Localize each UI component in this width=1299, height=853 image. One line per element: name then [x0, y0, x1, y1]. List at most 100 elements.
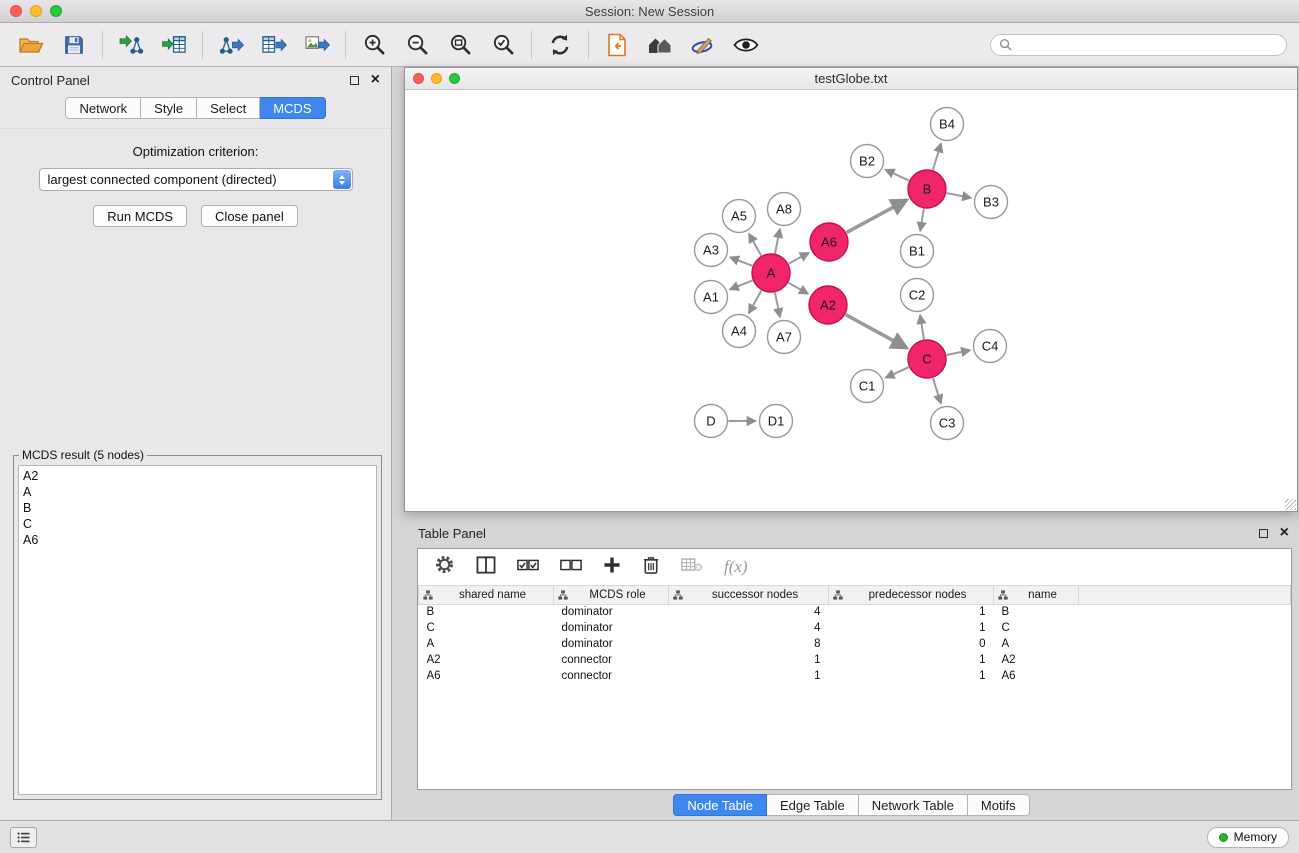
close-panel-icon[interactable]: ×	[371, 75, 380, 85]
graph-node-A7[interactable]: A7	[768, 321, 801, 354]
float-table-panel-icon[interactable]	[1259, 529, 1268, 538]
search-field[interactable]	[990, 34, 1287, 56]
delete-column-button[interactable]	[642, 555, 660, 580]
open-recent-button[interactable]	[598, 27, 636, 63]
graph-node-B[interactable]: B	[908, 170, 946, 208]
graph-edge-B-B2[interactable]	[886, 170, 909, 181]
graph-node-B3[interactable]: B3	[975, 186, 1008, 219]
graph-node-A8[interactable]: A8	[768, 193, 801, 226]
column-header-shared-name[interactable]: shared name	[419, 586, 554, 604]
graph-edge-B-B3[interactable]	[947, 193, 971, 198]
network-zoom-button[interactable]	[449, 73, 460, 84]
table-row[interactable]: A2connector11A2	[419, 652, 1291, 668]
result-item[interactable]: C	[23, 516, 372, 532]
table-row[interactable]: Bdominator41B	[419, 604, 1291, 620]
column-header-predecessor-nodes[interactable]: predecessor nodes	[829, 586, 994, 604]
close-table-panel-icon[interactable]: ×	[1280, 528, 1289, 538]
graph-node-C[interactable]: C	[908, 340, 946, 378]
delete-table-button[interactable]	[681, 557, 703, 578]
graph-node-A2[interactable]: A2	[809, 286, 847, 324]
network-close-button[interactable]	[413, 73, 424, 84]
function-builder-button[interactable]: f(x)	[724, 557, 748, 577]
refresh-button[interactable]	[541, 27, 579, 63]
graph-node-B4[interactable]: B4	[931, 108, 964, 141]
graph-node-A6[interactable]: A6	[810, 223, 848, 261]
column-header-mcds-role[interactable]: MCDS role	[554, 586, 669, 604]
graph-node-C1[interactable]: C1	[851, 370, 884, 403]
float-panel-icon[interactable]	[350, 76, 359, 85]
table-row[interactable]: A6connector11A6	[419, 668, 1291, 684]
tab-network[interactable]: Network	[65, 97, 141, 119]
graph-node-A1[interactable]: A1	[695, 281, 728, 314]
graph-edge-B-B4[interactable]	[933, 144, 941, 170]
show-hide-details-button[interactable]	[727, 27, 765, 63]
zoom-in-button[interactable]	[355, 27, 393, 63]
table-row[interactable]: Cdominator41C	[419, 620, 1291, 636]
graph-node-C2[interactable]: C2	[901, 279, 934, 312]
tab-motifs[interactable]: Motifs	[968, 794, 1030, 816]
result-item[interactable]: A6	[23, 532, 372, 548]
zoom-selected-button[interactable]	[484, 27, 522, 63]
mcds-result-list[interactable]: A2ABCA6	[18, 465, 377, 795]
graph-node-A4[interactable]: A4	[723, 315, 756, 348]
tab-mcds[interactable]: MCDS	[260, 97, 325, 119]
tab-select[interactable]: Select	[197, 97, 260, 119]
graph-node-A3[interactable]: A3	[695, 234, 728, 267]
graph-edge-C-C3[interactable]	[933, 378, 941, 403]
import-network-button[interactable]	[112, 27, 150, 63]
tab-edge-table[interactable]: Edge Table	[767, 794, 859, 816]
graph-node-D[interactable]: D	[695, 405, 728, 438]
column-header-successor-nodes[interactable]: successor nodes	[669, 586, 829, 604]
graph-edge-C-C1[interactable]	[886, 367, 909, 377]
graph-node-A[interactable]: A	[752, 254, 790, 292]
zoom-fit-button[interactable]	[441, 27, 479, 63]
network-canvas[interactable]: B4B2BB3A8A5A6B1A3AC2A1A2A4A7C4CC1C3DD1	[405, 90, 1297, 511]
graph-node-D1[interactable]: D1	[760, 405, 793, 438]
network-overview-button[interactable]	[641, 27, 679, 63]
graph-edge-A-A8[interactable]	[775, 229, 780, 253]
memory-button[interactable]: Memory	[1207, 827, 1289, 848]
create-column-button[interactable]	[603, 556, 621, 579]
graph-edge-A-A4[interactable]	[749, 291, 761, 314]
graph-edge-A-A6[interactable]	[789, 253, 809, 264]
close-panel-button[interactable]: Close panel	[201, 205, 298, 227]
result-item[interactable]: A2	[23, 468, 372, 484]
graph-edge-C-C4[interactable]	[947, 350, 970, 355]
tab-style[interactable]: Style	[141, 97, 197, 119]
search-input[interactable]	[1017, 38, 1278, 52]
graph-edge-A-A2[interactable]	[788, 283, 808, 294]
select-all-columns-button[interactable]	[517, 558, 539, 576]
export-table-button[interactable]	[255, 27, 293, 63]
window-resize-grip[interactable]	[1285, 499, 1296, 510]
graph-node-C4[interactable]: C4	[974, 330, 1007, 363]
graph-edge-A-A7[interactable]	[775, 293, 780, 317]
run-mcds-button[interactable]: Run MCDS	[93, 205, 187, 227]
graph-node-B1[interactable]: B1	[901, 235, 934, 268]
network-minimize-button[interactable]	[431, 73, 442, 84]
graph-edge-A-A5[interactable]	[749, 234, 761, 256]
graph-edge-C-C2[interactable]	[920, 315, 924, 339]
table-row[interactable]: Adominator80A	[419, 636, 1291, 652]
unselect-all-columns-button[interactable]	[560, 558, 582, 576]
table-settings-button[interactable]	[434, 554, 455, 580]
annotation-pen-button[interactable]	[684, 27, 722, 63]
save-session-button[interactable]	[55, 27, 93, 63]
zoom-out-button[interactable]	[398, 27, 436, 63]
graph-edge-A-A3[interactable]	[730, 257, 752, 266]
graph-node-B2[interactable]: B2	[851, 145, 884, 178]
tab-node-table[interactable]: Node Table	[673, 794, 767, 816]
graph-edge-A-A1[interactable]	[730, 280, 752, 289]
column-header-name[interactable]: name	[994, 586, 1079, 604]
minimize-window-button[interactable]	[30, 5, 42, 17]
task-history-button[interactable]	[10, 827, 37, 848]
close-window-button[interactable]	[10, 5, 22, 17]
open-session-button[interactable]	[12, 27, 50, 63]
graph-edge-A2-C[interactable]	[846, 315, 907, 348]
export-image-button[interactable]	[298, 27, 336, 63]
graph-node-C3[interactable]: C3	[931, 407, 964, 440]
import-table-button[interactable]	[155, 27, 193, 63]
zoom-window-button[interactable]	[50, 5, 62, 17]
tab-network-table[interactable]: Network Table	[859, 794, 968, 816]
graph-edge-A6-B[interactable]	[847, 200, 907, 233]
result-item[interactable]: A	[23, 484, 372, 500]
